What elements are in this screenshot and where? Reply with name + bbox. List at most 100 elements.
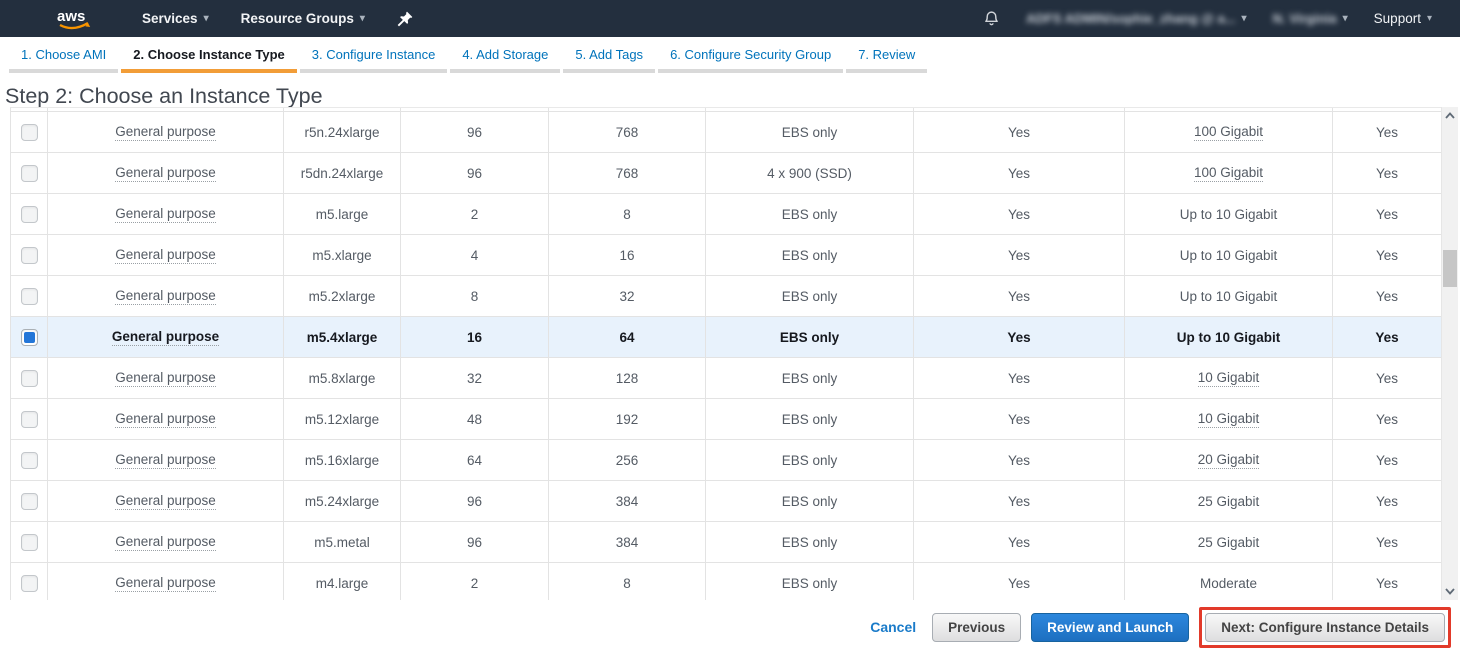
cell-memory: 384 bbox=[549, 481, 706, 522]
pin-shortcut-button[interactable] bbox=[397, 11, 413, 27]
cell-memory: 768 bbox=[549, 153, 706, 194]
region-name-redacted: N. Virginia bbox=[1273, 11, 1337, 26]
family-tooltip-text[interactable]: General purpose bbox=[115, 124, 216, 141]
row-checkbox[interactable] bbox=[21, 288, 38, 305]
family-tooltip-text[interactable]: General purpose bbox=[115, 493, 216, 510]
annotation-red-box: Next: Configure Instance Details bbox=[1199, 607, 1451, 648]
cell-family: General purpose bbox=[48, 399, 284, 440]
table-row[interactable]: General purpose m5.16xlarge 64 256 EBS o… bbox=[11, 440, 1441, 481]
cell-ebs-optimized: Yes bbox=[914, 440, 1125, 481]
services-menu[interactable]: Services ▾ bbox=[142, 11, 209, 26]
cell-ipv6: Yes bbox=[1333, 235, 1442, 276]
scrollbar-thumb[interactable] bbox=[1443, 250, 1457, 287]
network-text: 10 Gigabit bbox=[1198, 370, 1260, 387]
support-menu[interactable]: Support ▾ bbox=[1374, 11, 1432, 26]
table-row[interactable]: General purpose m5.2xlarge 8 32 EBS only… bbox=[11, 276, 1441, 317]
table-row[interactable]: General purpose r5dn.24xlarge 96 768 4 x… bbox=[11, 153, 1441, 194]
family-tooltip-text[interactable]: General purpose bbox=[115, 411, 216, 428]
cell-instance-storage: EBS only bbox=[706, 235, 914, 276]
network-text: Moderate bbox=[1200, 576, 1257, 591]
region-menu[interactable]: N. Virginia ▾ bbox=[1273, 11, 1348, 26]
row-checkbox[interactable] bbox=[21, 206, 38, 223]
wizard-tab-2[interactable]: 2. Choose Instance Type bbox=[121, 40, 296, 74]
table-row[interactable]: General purpose m5.12xlarge 48 192 EBS o… bbox=[11, 399, 1441, 440]
family-tooltip-text[interactable]: General purpose bbox=[115, 165, 216, 182]
cell-network-performance: 100 Gigabit bbox=[1125, 153, 1333, 194]
wizard-tab-1[interactable]: 1. Choose AMI bbox=[9, 40, 118, 74]
resource-groups-label: Resource Groups bbox=[241, 11, 354, 26]
row-checkbox[interactable] bbox=[21, 534, 38, 551]
wizard-tab-7[interactable]: 7. Review bbox=[846, 40, 927, 74]
row-checkbox[interactable] bbox=[21, 124, 38, 141]
cell-ipv6: Yes bbox=[1333, 481, 1442, 522]
family-tooltip-text[interactable]: General purpose bbox=[115, 288, 216, 305]
next-configure-instance-details-button[interactable]: Next: Configure Instance Details bbox=[1205, 613, 1445, 642]
cell-select bbox=[11, 440, 48, 481]
cell-ebs-optimized: Yes bbox=[914, 317, 1125, 358]
aws-logo-icon: aws bbox=[54, 5, 96, 33]
row-checkbox[interactable] bbox=[21, 329, 38, 346]
family-tooltip-text[interactable]: General purpose bbox=[115, 575, 216, 592]
wizard-tab-6[interactable]: 6. Configure Security Group bbox=[658, 40, 843, 74]
row-checkbox[interactable] bbox=[21, 370, 38, 387]
wizard-tab-5[interactable]: 5. Add Tags bbox=[563, 40, 655, 74]
cell-vcpus: 2 bbox=[401, 194, 549, 235]
resource-groups-menu[interactable]: Resource Groups ▾ bbox=[241, 11, 365, 26]
family-tooltip-text[interactable]: General purpose bbox=[115, 534, 216, 551]
row-checkbox[interactable] bbox=[21, 411, 38, 428]
table-row[interactable]: General purpose m5.24xlarge 96 384 EBS o… bbox=[11, 481, 1441, 522]
notifications-button[interactable] bbox=[983, 9, 1000, 28]
cell-type: m5.8xlarge bbox=[284, 358, 401, 399]
cell-ipv6: Yes bbox=[1333, 399, 1442, 440]
network-text: Up to 10 Gigabit bbox=[1180, 248, 1278, 263]
services-label: Services bbox=[142, 11, 198, 26]
cell-vcpus: 4 bbox=[401, 235, 549, 276]
family-tooltip-text[interactable]: General purpose bbox=[115, 452, 216, 469]
row-checkbox[interactable] bbox=[21, 165, 38, 182]
row-checkbox[interactable] bbox=[21, 493, 38, 510]
review-and-launch-button[interactable]: Review and Launch bbox=[1031, 613, 1189, 642]
table-row[interactable]: General purpose m5.4xlarge 16 64 EBS onl… bbox=[11, 317, 1441, 358]
cell-vcpus: 48 bbox=[401, 399, 549, 440]
table-row[interactable]: General purpose r5n.24xlarge 96 768 EBS … bbox=[11, 112, 1441, 153]
family-tooltip-text[interactable]: General purpose bbox=[115, 206, 216, 223]
chevron-down-icon: ▾ bbox=[1343, 13, 1348, 24]
cell-memory: 64 bbox=[549, 317, 706, 358]
cell-type: m5.metal bbox=[284, 522, 401, 563]
table-row[interactable]: General purpose m5.xlarge 4 16 EBS only … bbox=[11, 235, 1441, 276]
cell-instance-storage: EBS only bbox=[706, 317, 914, 358]
account-menu[interactable]: ADFS ADMIN/sophie_zhang @ a... ▾ bbox=[1026, 11, 1246, 26]
cell-instance-storage: EBS only bbox=[706, 194, 914, 235]
cell-select bbox=[11, 235, 48, 276]
cell-select bbox=[11, 563, 48, 600]
table-row[interactable]: General purpose m4.large 2 8 EBS only Ye… bbox=[11, 563, 1441, 600]
aws-logo[interactable]: aws bbox=[54, 5, 96, 33]
vertical-scrollbar[interactable] bbox=[1441, 107, 1458, 600]
scroll-up-arrow-icon[interactable] bbox=[1442, 107, 1458, 124]
cell-ebs-optimized: Yes bbox=[914, 563, 1125, 600]
table-row[interactable]: General purpose m5.8xlarge 32 128 EBS on… bbox=[11, 358, 1441, 399]
family-tooltip-text[interactable]: General purpose bbox=[112, 329, 219, 346]
cell-select bbox=[11, 194, 48, 235]
cell-select bbox=[11, 358, 48, 399]
family-tooltip-text[interactable]: General purpose bbox=[115, 370, 216, 387]
cell-network-performance: 25 Gigabit bbox=[1125, 481, 1333, 522]
previous-button[interactable]: Previous bbox=[932, 613, 1021, 642]
table-row[interactable]: General purpose m5.large 2 8 EBS only Ye… bbox=[11, 194, 1441, 235]
cell-memory: 32 bbox=[549, 276, 706, 317]
scroll-down-arrow-icon[interactable] bbox=[1442, 583, 1458, 600]
cell-family: General purpose bbox=[48, 112, 284, 153]
row-checkbox[interactable] bbox=[21, 575, 38, 592]
chevron-down-icon: ▾ bbox=[360, 13, 365, 24]
row-checkbox[interactable] bbox=[21, 247, 38, 264]
cancel-link[interactable]: Cancel bbox=[870, 619, 916, 635]
family-tooltip-text[interactable]: General purpose bbox=[115, 247, 216, 264]
table-row[interactable]: General purpose m5.metal 96 384 EBS only… bbox=[11, 522, 1441, 563]
cell-memory: 256 bbox=[549, 440, 706, 481]
cell-family: General purpose bbox=[48, 153, 284, 194]
cell-network-performance: Moderate bbox=[1125, 563, 1333, 600]
row-checkbox[interactable] bbox=[21, 452, 38, 469]
wizard-tab-4[interactable]: 4. Add Storage bbox=[450, 40, 560, 74]
wizard-tab-3[interactable]: 3. Configure Instance bbox=[300, 40, 448, 74]
network-text: 20 Gigabit bbox=[1198, 452, 1260, 469]
